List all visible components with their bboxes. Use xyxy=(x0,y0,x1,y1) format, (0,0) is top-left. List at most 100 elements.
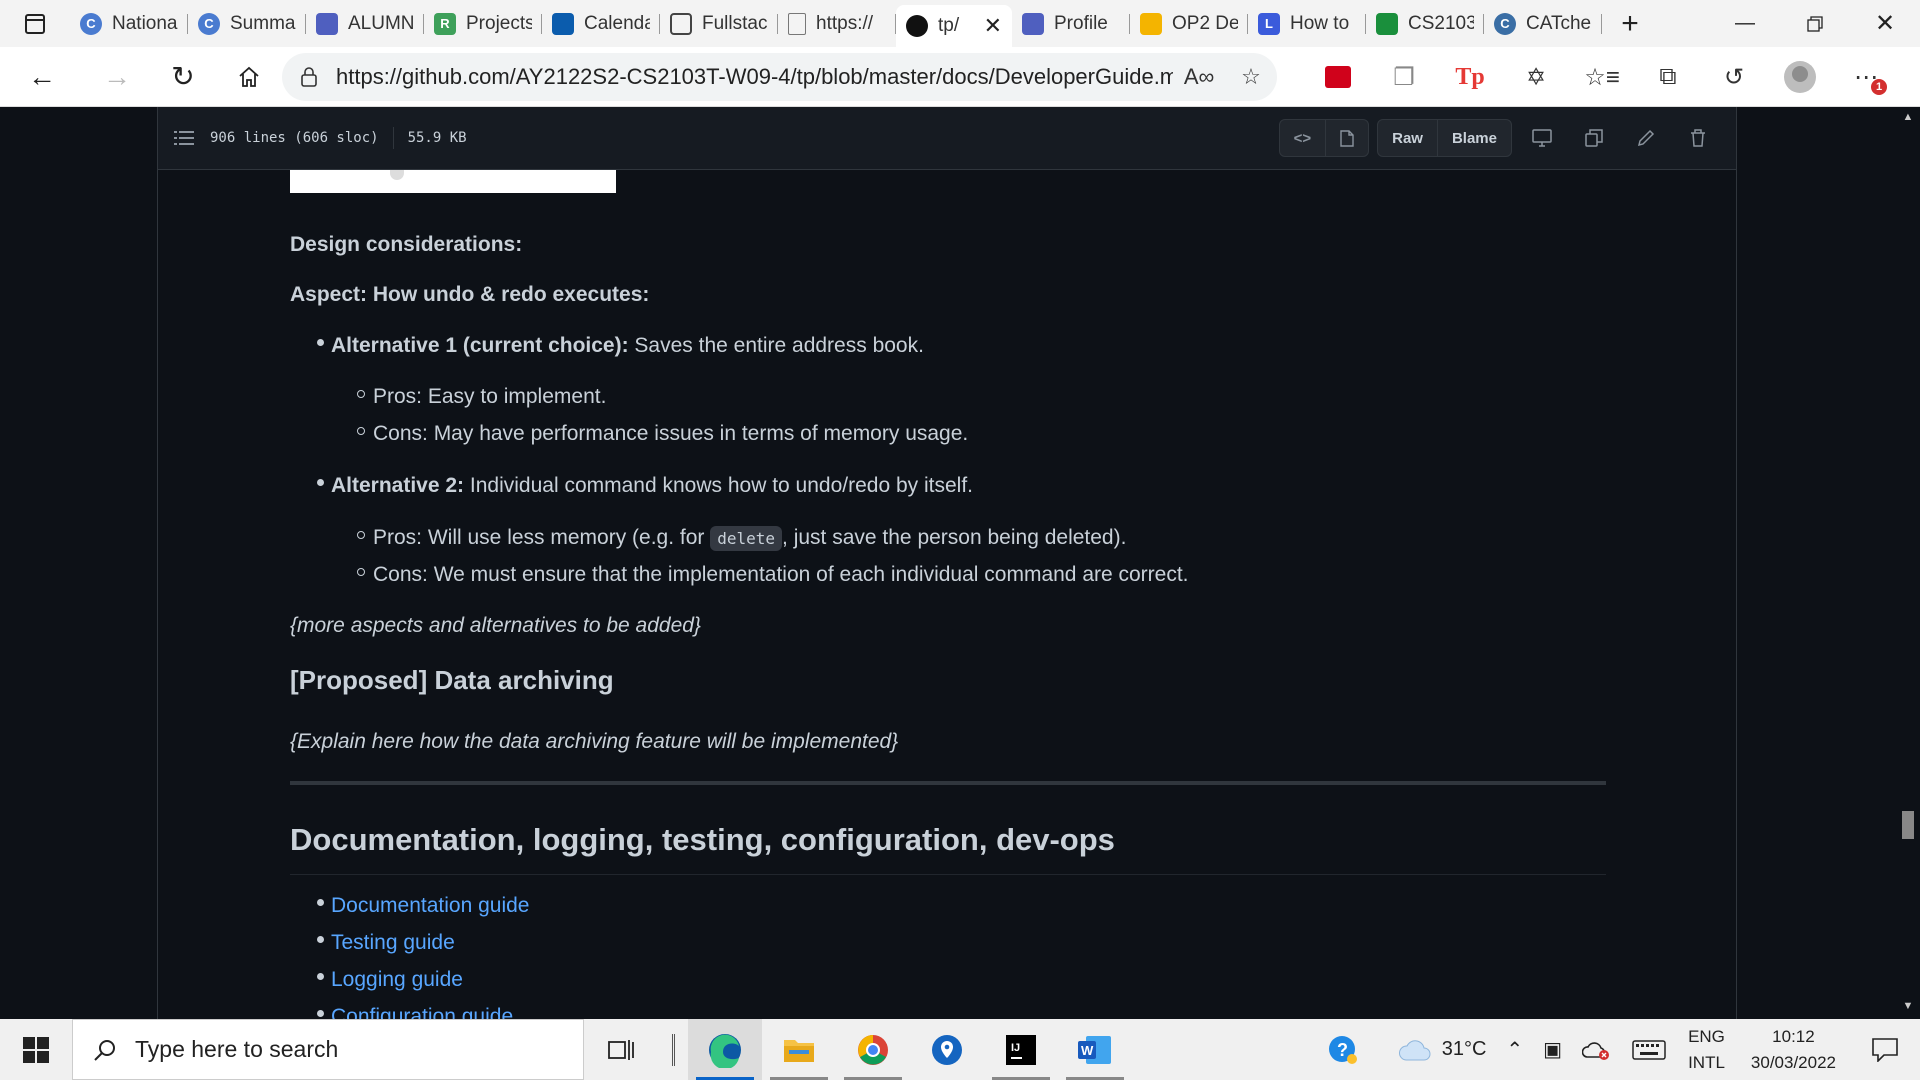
logging-guide-link[interactable]: Logging guide xyxy=(331,968,463,992)
tab-item[interactable]: C CATche xyxy=(1484,5,1602,43)
history-button[interactable]: ↺ xyxy=(1701,47,1767,107)
extension-button[interactable]: ❐ xyxy=(1371,47,1437,107)
tab-item[interactable]: R Projects xyxy=(424,5,542,43)
tab-title: CATche xyxy=(1526,12,1592,34)
url-text[interactable]: https://github.com/AY2122S2-CS2103T-W09-… xyxy=(336,64,1173,90)
copy-button[interactable] xyxy=(1572,120,1616,156)
star-plus-icon: ☆ xyxy=(1241,64,1261,89)
file-explorer-taskbar-app[interactable] xyxy=(762,1019,836,1080)
close-tab-icon[interactable]: ✕ xyxy=(984,13,1002,39)
onedrive-tray-button[interactable] xyxy=(1572,1019,1622,1080)
show-hidden-icons-button[interactable]: ⌃ xyxy=(1496,1019,1533,1080)
chrome-taskbar-app[interactable] xyxy=(836,1019,910,1080)
weather-widget[interactable]: 31°C xyxy=(1368,1019,1497,1080)
alternative-1: Alternative 1 (current choice): Saves th… xyxy=(331,334,924,357)
collections-button[interactable]: ⧉ xyxy=(1635,47,1701,107)
maps-taskbar-app[interactable] xyxy=(910,1019,984,1080)
source-view-button[interactable]: <> xyxy=(1280,120,1327,156)
edge-taskbar-app[interactable] xyxy=(688,1019,762,1080)
tab-title: OP2 De xyxy=(1172,12,1238,34)
alt2-cons: Cons: We must ensure that the implementa… xyxy=(373,563,1189,586)
notifications-button[interactable] xyxy=(1850,1019,1920,1080)
minimize-icon: — xyxy=(1735,12,1755,34)
forward-button[interactable]: → xyxy=(84,47,150,107)
address-bar[interactable]: https://github.com/AY2122S2-CS2103T-W09-… xyxy=(282,53,1277,101)
word-taskbar-app[interactable]: W xyxy=(1058,1019,1132,1080)
lock-icon xyxy=(301,67,317,87)
mendeley-icon xyxy=(1325,66,1351,88)
taskbar-search[interactable]: Type here to search xyxy=(72,1019,584,1080)
tab-item[interactable]: C Summa xyxy=(188,5,306,43)
clock-date: 30/03/2022 xyxy=(1750,1052,1836,1072)
help-tray-button[interactable]: ? xyxy=(1318,1019,1368,1080)
tab-item[interactable]: L How to xyxy=(1248,5,1366,43)
tab-item[interactable]: C Nationa xyxy=(70,5,188,43)
documentation-guide-link[interactable]: Documentation guide xyxy=(331,894,529,918)
testing-guide-link[interactable]: Testing guide xyxy=(331,931,455,955)
projects-icon: R xyxy=(434,12,456,35)
alternative-2: Alternative 2: Individual command knows … xyxy=(331,474,973,497)
tab-actions-button[interactable] xyxy=(0,0,70,47)
tab-item[interactable]: https:// xyxy=(778,5,896,43)
task-view-button[interactable] xyxy=(584,1019,658,1080)
rendered-view-button[interactable] xyxy=(1326,120,1368,156)
outline-button[interactable] xyxy=(158,130,210,146)
intellij-taskbar-app[interactable]: IJ xyxy=(984,1019,1058,1080)
tab-item[interactable]: CS2103 xyxy=(1366,5,1484,43)
tab-active[interactable]: tp/ ✕ xyxy=(896,5,1012,47)
keyboard-tray-button[interactable] xyxy=(1622,1019,1676,1080)
folder-icon xyxy=(784,1039,814,1062)
windows-logo-icon xyxy=(23,1036,49,1063)
tab-item[interactable]: Profile xyxy=(1012,5,1130,43)
weather-temperature: 31°C xyxy=(1441,1038,1487,1060)
clock[interactable]: 10:12 30/03/2022 xyxy=(1737,1024,1850,1076)
c-circle-icon: C xyxy=(198,12,220,35)
more-aspects-note: {more aspects and alternatives to be add… xyxy=(290,614,701,637)
extensions-button[interactable]: ✡ xyxy=(1503,47,1569,107)
home-icon xyxy=(239,66,259,87)
home-button[interactable] xyxy=(216,47,282,107)
page-scrollbar[interactable]: ▲ ▼ xyxy=(1896,107,1920,1019)
raw-button[interactable]: Raw xyxy=(1378,120,1438,156)
delete-button[interactable] xyxy=(1676,120,1720,156)
profile-button[interactable] xyxy=(1767,47,1833,107)
start-button[interactable] xyxy=(0,1019,72,1080)
intellij-icon: IJ xyxy=(1006,1034,1036,1065)
bullet xyxy=(317,899,324,906)
desktop-open-button[interactable] xyxy=(1520,120,1564,156)
scroll-thumb[interactable] xyxy=(1902,811,1914,839)
tab-title: ALUMN xyxy=(348,12,414,34)
input-language-indicator[interactable]: ENG INTL xyxy=(1676,1024,1737,1076)
minimize-button[interactable]: — xyxy=(1710,0,1780,47)
edit-button[interactable] xyxy=(1624,120,1668,156)
tab-title: tp/ xyxy=(938,15,960,36)
scroll-down-icon[interactable]: ▼ xyxy=(1901,1000,1915,1014)
bullet xyxy=(317,973,324,980)
tp-icon: Tp xyxy=(1455,63,1485,90)
tab-item[interactable]: OP2 De xyxy=(1130,5,1248,43)
divider xyxy=(392,127,394,149)
clock-time: 10:12 xyxy=(1772,1026,1815,1046)
back-button[interactable]: ← xyxy=(0,47,84,107)
tab-item[interactable]: Calenda xyxy=(542,5,660,43)
book-icon xyxy=(1022,12,1044,35)
blame-button[interactable]: Blame xyxy=(1438,120,1511,156)
configuration-guide-link[interactable]: Configuration guide xyxy=(331,1005,513,1019)
close-window-button[interactable]: ✕ xyxy=(1850,0,1920,47)
read-aloud-button[interactable]: A∞ xyxy=(1173,53,1225,101)
add-favorite-button[interactable]: ☆ xyxy=(1225,53,1277,101)
tab-item[interactable]: ALUMN xyxy=(306,5,424,43)
bullet xyxy=(317,339,324,346)
favorites-button[interactable]: ☆≡ xyxy=(1569,47,1635,107)
scroll-up-icon[interactable]: ▲ xyxy=(1901,111,1915,125)
meet-now-tray-button[interactable]: ▣ xyxy=(1533,1019,1572,1080)
list-icon xyxy=(174,131,194,145)
tab-item[interactable]: Fullstac xyxy=(660,5,778,43)
tp-extension-button[interactable]: Tp xyxy=(1437,47,1503,107)
restore-button[interactable] xyxy=(1780,0,1850,47)
mendeley-extension-button[interactable] xyxy=(1305,47,1371,107)
settings-menu-button[interactable]: ⋯ 1 xyxy=(1833,47,1899,107)
reload-button[interactable]: ↻ xyxy=(150,47,216,107)
bullet xyxy=(317,936,324,943)
new-tab-button[interactable]: + xyxy=(1610,4,1650,44)
